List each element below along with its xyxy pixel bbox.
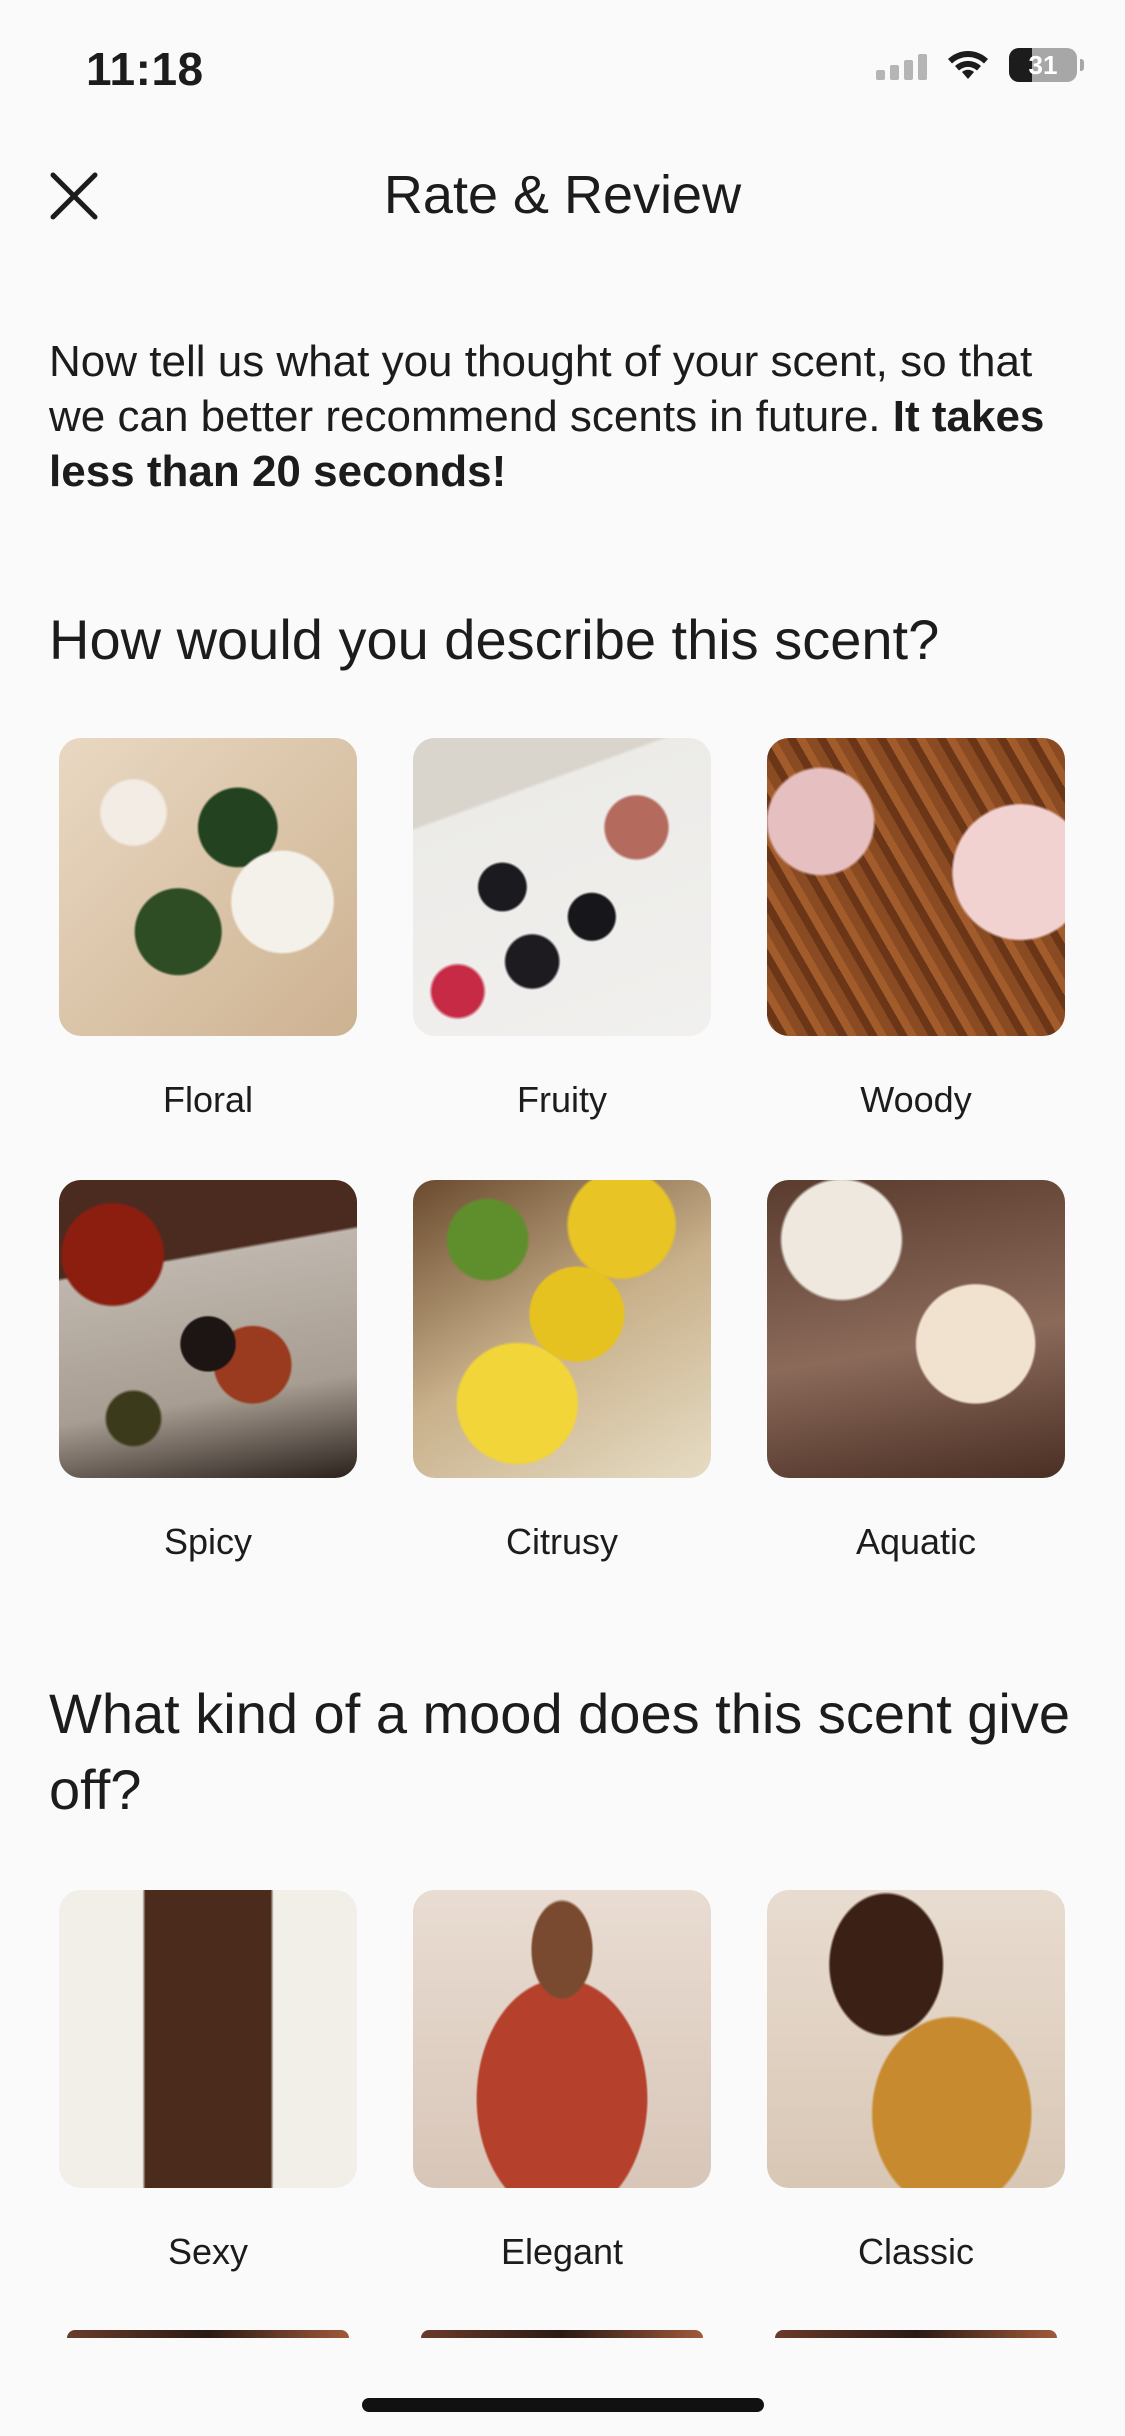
scent-options-grid: Floral Fruity Woody Spicy Citrusy Aquati… [59, 738, 1065, 1622]
scent-option-floral[interactable]: Floral [59, 738, 357, 1180]
floral-image [59, 738, 357, 1036]
scent-option-citrusy[interactable]: Citrusy [413, 1180, 711, 1622]
status-bar: 11:18 31 [0, 0, 1125, 130]
next-row-peek [59, 2330, 1065, 2338]
spicy-image [59, 1180, 357, 1478]
wifi-icon [948, 51, 988, 79]
mood-option-label: Sexy [167, 2231, 249, 2272]
scent-option-label: Fruity [517, 1079, 607, 1120]
page-title: Rate & Review [383, 165, 742, 225]
elegant-image [413, 1890, 711, 2188]
cellular-signal-icon [876, 50, 927, 80]
mood-section-heading: What kind of a mood does this scent give… [49, 1682, 1070, 1821]
scent-option-label: Woody [860, 1079, 972, 1120]
scent-option-aquatic[interactable]: Aquatic [767, 1180, 1065, 1622]
fruity-image [413, 738, 711, 1036]
intro-text: Now tell us what you thought of your sce… [49, 334, 1089, 499]
scent-option-label: Aquatic [855, 1521, 977, 1562]
mood-options-grid: Sexy Elegant Classic [59, 1890, 1065, 2332]
status-time: 11:18 [86, 43, 204, 95]
mood-option-label: Classic [857, 2231, 974, 2272]
scent-option-label: Floral [162, 1079, 254, 1120]
intro-description: Now tell us what you thought of your sce… [49, 337, 1033, 441]
scent-option-fruity[interactable]: Fruity [413, 738, 711, 1180]
woody-image [767, 738, 1065, 1036]
peek-image [421, 2330, 703, 2338]
peek-image [67, 2330, 349, 2338]
home-indicator [362, 2398, 764, 2412]
scent-option-spicy[interactable]: Spicy [59, 1180, 357, 1622]
peek-image [775, 2330, 1057, 2338]
classic-image [767, 1890, 1065, 2188]
mood-option-elegant[interactable]: Elegant [413, 1890, 711, 2332]
battery-level: 31 [1028, 49, 1058, 80]
citrusy-image [413, 1180, 711, 1478]
scent-option-label: Citrusy [505, 1521, 618, 1562]
mood-option-classic[interactable]: Classic [767, 1890, 1065, 2332]
aquatic-image [767, 1180, 1065, 1478]
battery-icon: 31 [1009, 48, 1084, 82]
scent-section-heading: How would you describe this scent? [49, 608, 940, 671]
scent-option-label: Spicy [163, 1521, 253, 1562]
mood-option-sexy[interactable]: Sexy [59, 1890, 357, 2332]
nav-bar: Rate & Review [0, 150, 1125, 245]
mood-option-label: Elegant [500, 2231, 624, 2272]
sexy-image [59, 1890, 357, 2188]
status-icons: 31 [876, 48, 1084, 82]
scent-option-woody[interactable]: Woody [767, 738, 1065, 1180]
